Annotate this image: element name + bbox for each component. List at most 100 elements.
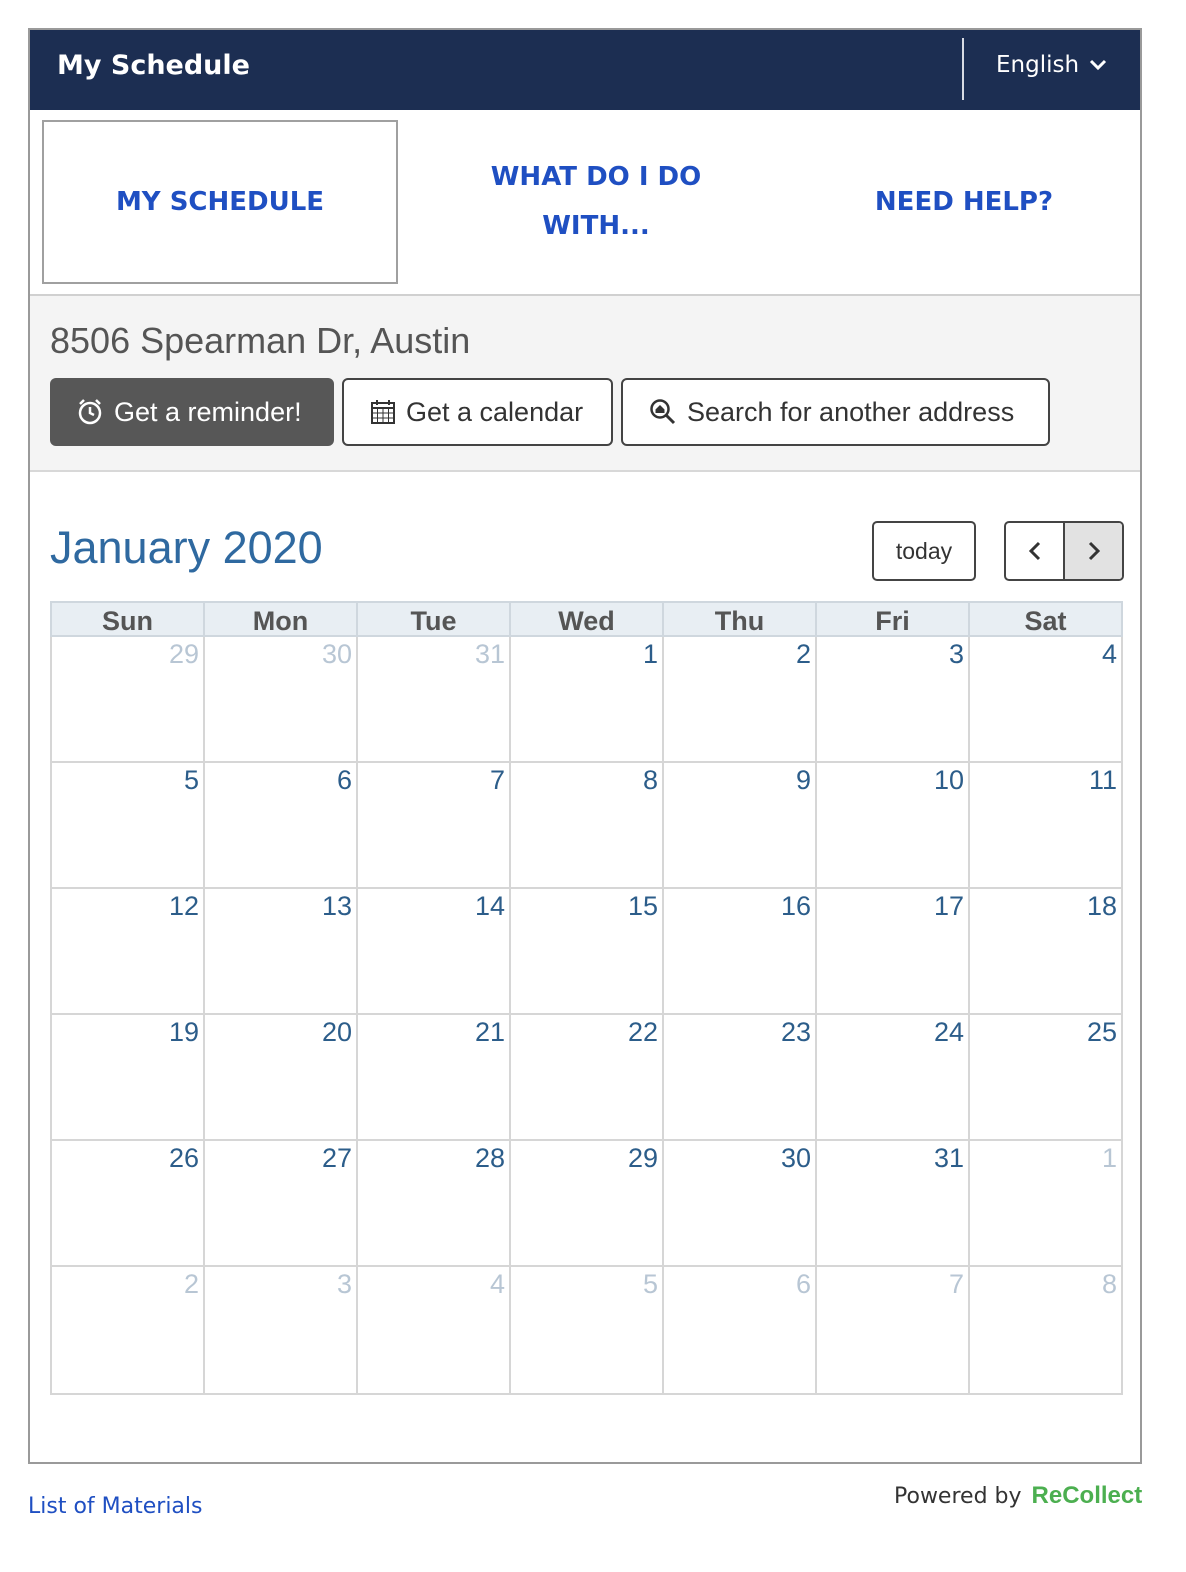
- month-title: January 2020: [50, 522, 323, 573]
- month-nav: [1004, 521, 1124, 581]
- day-number: 16: [780, 891, 811, 921]
- day-cell[interactable]: 21: [358, 1015, 511, 1139]
- day-cell[interactable]: 18: [970, 889, 1121, 1013]
- day-cell[interactable]: 15: [511, 889, 664, 1013]
- day-cell[interactable]: 30: [205, 637, 358, 761]
- day-number: 5: [642, 1269, 658, 1299]
- language-select[interactable]: English: [996, 52, 1107, 78]
- address-text: 8506 Spearman Dr, Austin: [50, 320, 471, 361]
- day-cell[interactable]: 17: [817, 889, 970, 1013]
- day-cell[interactable]: 24: [817, 1015, 970, 1139]
- day-cell[interactable]: 26: [52, 1141, 205, 1265]
- day-cell[interactable]: 5: [511, 1267, 664, 1393]
- weekday-label: Mon: [205, 603, 358, 636]
- get-calendar-button[interactable]: Get a calendar: [342, 378, 613, 446]
- week-row: 19 20 21 22 23 24 25: [52, 1015, 1121, 1141]
- day-cell[interactable]: 13: [205, 889, 358, 1013]
- day-number: 25: [1086, 1017, 1117, 1047]
- alarm-clock-icon: [78, 399, 102, 425]
- day-number: 2: [795, 639, 811, 669]
- day-cell[interactable]: 23: [664, 1015, 817, 1139]
- day-cell[interactable]: 7: [817, 1267, 970, 1393]
- week-row: 12 13 14 15 16 17 18: [52, 889, 1121, 1015]
- chevron-right-icon: [1088, 541, 1100, 561]
- day-cell[interactable]: 31: [358, 637, 511, 761]
- day-cell[interactable]: 2: [52, 1267, 205, 1393]
- get-calendar-label: Get a calendar: [406, 396, 584, 427]
- day-cell[interactable]: 3: [205, 1267, 358, 1393]
- day-cell[interactable]: 8: [970, 1267, 1121, 1393]
- day-cell[interactable]: 10: [817, 763, 970, 887]
- tab-need-help[interactable]: NEED HELP?: [850, 120, 1078, 284]
- day-number: 30: [321, 639, 352, 669]
- language-label: English: [996, 52, 1080, 78]
- week-row: 5 6 7 8 9 10 11: [52, 763, 1121, 889]
- day-number: 4: [1101, 639, 1117, 669]
- search-home-icon: [650, 399, 676, 425]
- day-cell[interactable]: 22: [511, 1015, 664, 1139]
- day-cell[interactable]: 25: [970, 1015, 1121, 1139]
- get-reminder-button[interactable]: Get a reminder!: [50, 378, 334, 446]
- day-cell[interactable]: 6: [664, 1267, 817, 1393]
- day-cell[interactable]: 12: [52, 889, 205, 1013]
- main-nav: MY SCHEDULE WHAT DO I DO WITH... NEED HE…: [30, 110, 1140, 296]
- day-cell[interactable]: 16: [664, 889, 817, 1013]
- day-cell[interactable]: 19: [52, 1015, 205, 1139]
- app-title: My Schedule: [57, 50, 250, 81]
- day-number: 8: [1101, 1269, 1117, 1299]
- recollect-logo[interactable]: ReCollect: [1032, 1482, 1143, 1510]
- day-cell[interactable]: 27: [205, 1141, 358, 1265]
- day-number: 5: [183, 765, 199, 795]
- today-button[interactable]: today: [872, 521, 976, 581]
- powered-by-label: Powered by: [894, 1483, 1022, 1509]
- day-number: 2: [183, 1269, 199, 1299]
- day-number: 29: [627, 1143, 658, 1173]
- day-cell[interactable]: 4: [970, 637, 1121, 761]
- day-cell[interactable]: 2: [664, 637, 817, 761]
- day-cell[interactable]: 5: [52, 763, 205, 887]
- day-cell[interactable]: 29: [511, 1141, 664, 1265]
- search-address-label: Search for another address: [687, 396, 1015, 427]
- day-cell[interactable]: 31: [817, 1141, 970, 1265]
- day-number: 31: [474, 639, 505, 669]
- week-row: 29 30 31 1 2 3 4: [52, 637, 1121, 763]
- day-number: 14: [474, 891, 505, 921]
- calendar-grid: Sun Mon Tue Wed Thu Fri Sat 29 30 31 1 2 3 4 5 6 7 8 9 10 1…: [50, 601, 1123, 1395]
- top-bar: My Schedule English: [30, 30, 1140, 110]
- day-cell[interactable]: 6: [205, 763, 358, 887]
- day-cell[interactable]: 3: [817, 637, 970, 761]
- search-address-button[interactable]: Search for another address: [621, 378, 1050, 446]
- day-number: 31: [933, 1143, 964, 1173]
- day-cell[interactable]: 9: [664, 763, 817, 887]
- day-cell[interactable]: 1: [970, 1141, 1121, 1265]
- next-month-button[interactable]: [1063, 523, 1122, 579]
- day-number: 9: [795, 765, 811, 795]
- chevron-left-icon: [1028, 541, 1040, 561]
- day-cell[interactable]: 11: [970, 763, 1121, 887]
- day-cell[interactable]: 8: [511, 763, 664, 887]
- day-number: 1: [1101, 1143, 1117, 1173]
- day-cell[interactable]: 1: [511, 637, 664, 761]
- day-number: 7: [948, 1269, 964, 1299]
- weekday-label: Sun: [52, 603, 205, 636]
- day-number: 3: [336, 1269, 352, 1299]
- powered-by: Powered by ReCollect: [894, 1482, 1142, 1510]
- weekday-label: Fri: [817, 603, 970, 636]
- tab-what-do-i-do-with[interactable]: WHAT DO I DO WITH...: [480, 120, 712, 284]
- day-number: 23: [780, 1017, 811, 1047]
- day-number: 24: [933, 1017, 964, 1047]
- day-cell[interactable]: 30: [664, 1141, 817, 1265]
- tab-my-schedule[interactable]: MY SCHEDULE: [42, 120, 398, 284]
- day-cell[interactable]: 4: [358, 1267, 511, 1393]
- day-cell[interactable]: 14: [358, 889, 511, 1013]
- day-cell[interactable]: 28: [358, 1141, 511, 1265]
- day-number: 28: [474, 1143, 505, 1173]
- day-cell[interactable]: 29: [52, 637, 205, 761]
- day-number: 27: [321, 1143, 352, 1173]
- day-number: 19: [168, 1017, 199, 1047]
- prev-month-button[interactable]: [1006, 523, 1063, 579]
- day-cell[interactable]: 20: [205, 1015, 358, 1139]
- day-number: 13: [321, 891, 352, 921]
- list-of-materials-link[interactable]: List of Materials: [28, 1494, 203, 1519]
- day-cell[interactable]: 7: [358, 763, 511, 887]
